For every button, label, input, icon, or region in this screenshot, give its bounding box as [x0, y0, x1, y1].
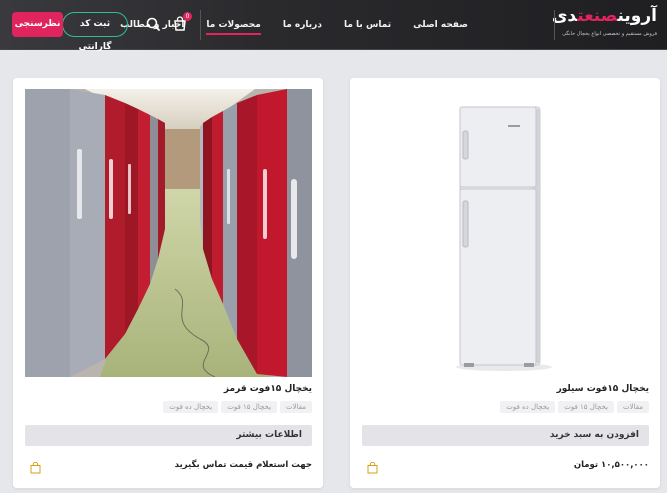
product-image-red-fridges-warehouse[interactable] — [25, 89, 312, 377]
logo-wordmark: آروینصنعتدی — [551, 6, 657, 26]
button-label: اطلاعات بیشتر — [236, 430, 302, 440]
logo-tagline: فروش مستقیم و تخصصی انواع یخچال خانگی و … — [562, 31, 657, 37]
site-logo[interactable]: آروینصنعتدی فروش مستقیم و تخصصی انواع یخ… — [551, 6, 657, 44]
shopping-bag-icon[interactable] — [30, 459, 41, 474]
tag[interactable]: یخچال ۱۵ فوت — [558, 401, 614, 413]
cart-count-badge: 0 — [183, 12, 192, 21]
nav-item-about[interactable]: درباره ما — [272, 0, 333, 50]
product-title[interactable]: یخچال ۱۵فوت سیلور — [557, 384, 649, 394]
tag[interactable]: یخچال ده فوت — [163, 401, 219, 413]
product-title[interactable]: یخچال ۱۵فوت قرمز — [224, 384, 312, 394]
add-to-cart-button[interactable]: افزودن به سبد خرید — [362, 425, 649, 446]
search-icon[interactable] — [145, 16, 161, 32]
nav-item-products[interactable]: محصولات ما — [195, 0, 271, 50]
tag[interactable]: یخچال ده فوت — [500, 401, 556, 413]
shopping-bag-icon[interactable] — [367, 459, 378, 474]
nav-item-contact[interactable]: تماس با ما — [333, 0, 402, 50]
more-info-button[interactable]: اطلاعات بیشتر — [25, 425, 312, 446]
product-tags: مقالات یخچال ۱۵ فوت یخچال ده فوت — [163, 401, 312, 413]
guarantee-code-button[interactable]: ثبت کد گارانتی — [62, 12, 128, 52]
product-image-silver-fridge[interactable] — [362, 89, 649, 377]
product-tags: مقالات یخچال ۱۵ فوت یخچال ده فوت — [500, 401, 649, 413]
survey-button[interactable]: نظرسنجی — [12, 12, 63, 37]
main-nav: صفحه اصلی تماس با ما درباره ما محصولات م… — [109, 0, 479, 50]
divider — [200, 10, 201, 40]
nav-item-home[interactable]: صفحه اصلی — [402, 0, 479, 50]
tag[interactable]: مقالات — [279, 401, 312, 413]
product-price: ۱۰,۵۰۰,۰۰۰ تومان — [573, 460, 649, 470]
button-label: افزودن به سبد خرید — [549, 430, 639, 440]
product-price: جهت استعلام قیمت تماس بگیرید — [174, 460, 312, 470]
divider — [554, 10, 555, 40]
product-card: یخچال ۱۵فوت سیلور مقالات یخچال ۱۵ فوت یخ… — [350, 78, 660, 488]
tag[interactable]: مقالات — [616, 401, 649, 413]
site-header: آروینصنعتدی فروش مستقیم و تخصصی انواع یخ… — [0, 0, 667, 52]
tag[interactable]: یخچال ۱۵ فوت — [221, 401, 277, 413]
product-card: یخچال ۱۵فوت قرمز مقالات یخچال ۱۵ فوت یخچ… — [13, 78, 323, 488]
